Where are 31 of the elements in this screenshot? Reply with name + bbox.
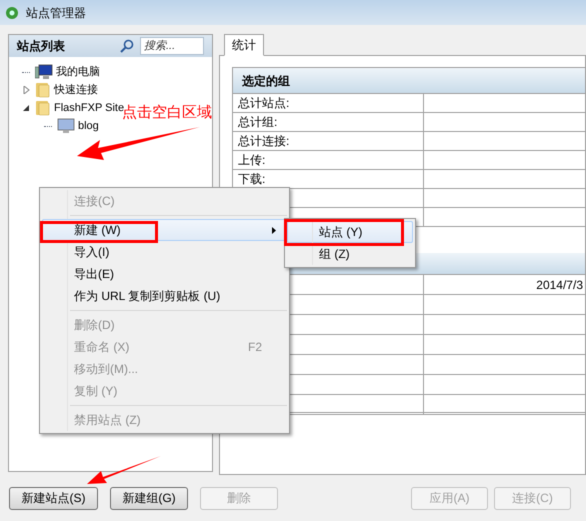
stat-label: 总计组:: [233, 113, 424, 131]
tree-item[interactable]: FlashFXP Site: [54, 100, 124, 116]
window-title: 站点管理器: [26, 4, 86, 22]
tree-item[interactable]: 快速连接: [54, 82, 98, 98]
collapsed-triangle-icon[interactable]: [22, 86, 30, 94]
stat-label: 总计站点:: [233, 94, 424, 112]
tab[interactable]: 统计: [224, 34, 264, 56]
dialog-button[interactable]: 新建站点(S): [9, 486, 98, 510]
search-icon: [120, 39, 134, 53]
annotation-text: 点击空白区域: [122, 104, 212, 123]
stat-value: 2014/7/3: [535, 277, 584, 294]
app-icon: [4, 6, 20, 20]
monitor-icon: [57, 118, 75, 134]
folder-icon: [35, 82, 51, 98]
expanded-triangle-icon[interactable]: [22, 104, 30, 112]
stat-label: 上传:: [233, 151, 424, 169]
menu-item[interactable]: 作为 URL 复制到剪贴板 (U): [42, 285, 287, 307]
folder-icon: [35, 100, 51, 116]
menu-item[interactable]: 组 (Z): [287, 243, 413, 265]
computer-icon: [35, 64, 53, 80]
menu-item[interactable]: 导出(E): [42, 263, 287, 285]
panel-title: 站点列表: [17, 38, 66, 55]
menu-item[interactable]: 站点 (Y): [287, 221, 413, 243]
group-title: 选定的组: [242, 72, 290, 90]
tree-item[interactable]: blog: [78, 118, 99, 134]
search-field[interactable]: 搜索...: [140, 37, 204, 55]
menu-item[interactable]: 导入(I): [42, 241, 287, 263]
dialog-button[interactable]: 新建组(G): [110, 486, 188, 510]
stat-label: 总计连接:: [233, 132, 424, 150]
shortcut-label: F2: [248, 339, 262, 356]
tree-item[interactable]: 我的电脑: [56, 64, 100, 80]
